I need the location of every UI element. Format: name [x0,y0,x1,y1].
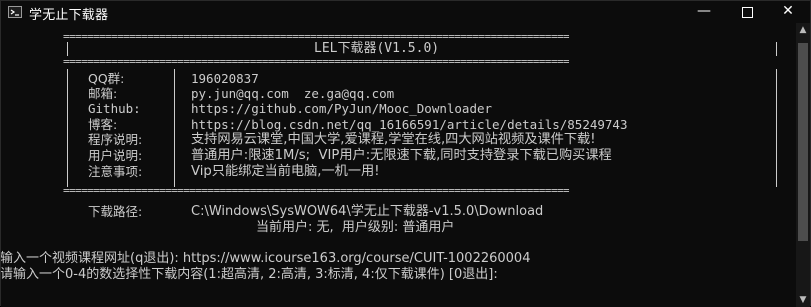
app-icon [8,6,22,18]
info-value-program: 支持网易云课堂,中国大学,爱课程,学堂在线,四大网站视频及课件下载! [191,132,596,147]
info-value-notice: Vip只能绑定当前电脑,一机一用! [191,164,380,179]
scroll-up-icon[interactable]: ▲ [796,23,810,37]
info-frame-left [67,69,68,187]
info-key-qq: QQ群: [88,71,125,86]
info-value-user: 普通用户:限速1M/s; VIP用户:无限速下载,同时支持登录下载已购买课程 [191,148,612,163]
info-key-notice: 注意事项: [88,164,143,179]
window-title: 学无止下载器 [29,8,109,23]
download-path-value: C:\Windows\SysWOW64\学无止下载器-v1.5.0\Downlo… [191,204,544,219]
banner-rule-mid: ========================================… [63,55,570,68]
banner-rule-bottom: ========================================… [63,184,570,197]
console-output[interactable]: ========================================… [1,23,796,307]
info-value-qq: 196020837 [191,71,259,86]
title-bar[interactable]: 学无止下载器 — ✕ [1,1,810,23]
info-key-program: 程序说明: [88,132,143,147]
info-key-email: 邮箱: [88,86,118,101]
url-prompt: 输入一个视频课程网址(q退出): https://www.icourse163.… [1,251,531,266]
console-window: 学无止下载器 — ✕ =============================… [0,0,811,307]
maximize-icon [741,7,753,18]
vertical-scrollbar[interactable]: ▲ ▼ [796,23,810,307]
info-frame-right [776,69,777,187]
choice-prompt: 请输入一个0-4的数选择性下载内容(1:超高清, 2:高清, 3:标清, 4:仅… [1,267,498,282]
frame-right [776,42,777,56]
close-button[interactable]: ✕ [766,1,810,23]
info-frame-divider [174,69,175,187]
download-path-label: 下载路径: [88,204,143,219]
info-key-blog: 博客: [88,117,118,132]
current-user-line: 当前用户: 无, 用户级别: 普通用户 [256,220,455,235]
info-value-github: https://github.com/PyJun/Mooc_Downloader [191,101,493,116]
info-value-blog: https://blog.csdn.net/qq_16166591/articl… [191,117,628,132]
minimize-button[interactable]: — [682,1,726,23]
info-key-github: Github: [88,101,141,116]
maximize-button[interactable] [725,1,769,23]
scroll-thumb[interactable] [798,43,808,241]
info-key-user: 用户说明: [88,148,143,163]
info-value-email: py.jun@qq.com ze.ga@qq.com [191,86,395,101]
scroll-down-icon[interactable]: ▼ [796,293,810,307]
